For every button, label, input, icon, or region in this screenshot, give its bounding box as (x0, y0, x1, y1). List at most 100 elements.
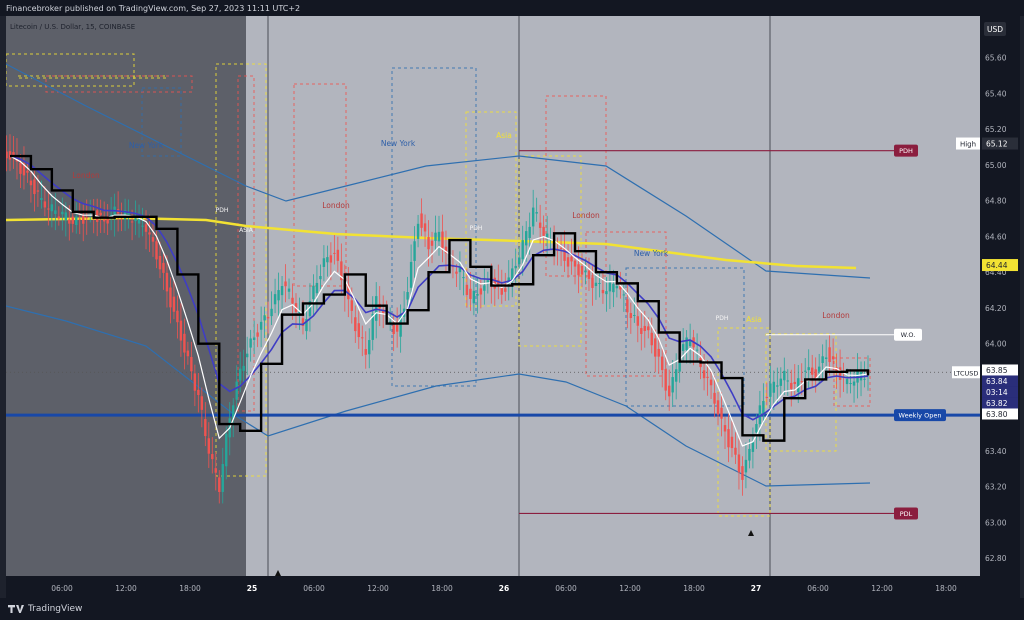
candle-body (197, 389, 200, 396)
candle-body (528, 226, 531, 238)
candle-body (221, 464, 224, 492)
candle-body (130, 221, 134, 223)
candle-body (357, 323, 360, 338)
candle-body (284, 281, 287, 287)
price-stack-value: 63.80 (986, 410, 1008, 419)
candle-body (259, 321, 263, 330)
price-chart[interactable]: New York London London New York Asia London Ne… (5, 16, 1020, 598)
y-tick-label: 63.00 (985, 518, 1007, 527)
candle-body (19, 162, 22, 174)
candle-body (54, 210, 57, 214)
candle-body (329, 255, 333, 263)
candle-body (179, 320, 183, 341)
candle-body (158, 255, 162, 270)
candle-body (427, 237, 430, 250)
candle-body (186, 350, 190, 357)
candle-body (238, 368, 242, 381)
session-label: London (822, 311, 850, 320)
candle-body (78, 218, 81, 220)
candle-body (852, 381, 856, 386)
candle-body (514, 265, 517, 269)
y-tick-label: 64.00 (985, 340, 1007, 349)
candle-body (601, 289, 605, 294)
candle-body (469, 288, 472, 299)
candle-body (245, 353, 249, 358)
candle-body (720, 407, 723, 419)
candle-body (280, 286, 284, 296)
candle-body (748, 448, 751, 461)
candle-body (636, 316, 640, 326)
x-tick-label: 06:00 (303, 584, 325, 593)
candle-body (594, 282, 598, 287)
candle-body (629, 313, 633, 318)
candle-body (584, 270, 587, 273)
candle-body (790, 382, 793, 389)
candle-body (608, 282, 612, 292)
symbol-tag: LTCUSD (954, 369, 979, 377)
candle-body (273, 294, 277, 305)
candle-body (291, 297, 294, 304)
candle-body (148, 232, 151, 235)
session-label: London (322, 201, 350, 210)
candle-body (622, 294, 626, 296)
chart-svg[interactable]: New York London London New York Asia London Ne… (5, 16, 1020, 598)
candle-body (218, 477, 221, 493)
candle-body (643, 325, 646, 331)
candle-body (312, 285, 315, 300)
y-tick-label: 63.40 (985, 447, 1007, 456)
tradingview-logo-icon (8, 604, 24, 614)
candle-body (434, 232, 437, 241)
candle-body (626, 299, 629, 313)
brand-name: TradingView (28, 604, 83, 614)
candle-body (200, 396, 204, 410)
candle-body (744, 459, 748, 473)
candle-body (68, 219, 71, 224)
candle-body (786, 380, 789, 382)
candle-body (615, 286, 619, 289)
candle-body (772, 381, 776, 393)
candle-body (716, 400, 720, 415)
high-value: 65.12 (986, 140, 1008, 149)
candle-body (633, 315, 636, 317)
candle-body (538, 222, 542, 228)
candle-body (354, 317, 357, 332)
candle-body (36, 190, 40, 192)
candle-body (455, 271, 458, 274)
candle-body (437, 231, 441, 242)
candle-body (211, 454, 214, 460)
candle-body (395, 324, 399, 332)
wo-tag: W.O. (901, 331, 916, 339)
candle-body (804, 370, 807, 372)
candle-body (695, 349, 699, 351)
y-tick-label: 65.20 (985, 125, 1007, 134)
candle-body (5, 151, 8, 159)
candle-body (350, 300, 354, 311)
y-tick-label: 64.80 (985, 197, 1007, 206)
x-tick-label: 12:00 (115, 584, 137, 593)
candle-body (524, 231, 528, 246)
candle-body (50, 204, 54, 212)
candle-body (225, 433, 228, 467)
candle-body (702, 370, 706, 379)
candle-body (751, 441, 755, 452)
candle-body (706, 376, 709, 378)
candle-body (165, 272, 169, 292)
candle-body (47, 208, 50, 210)
tradingview-footer: TradingView (0, 598, 1024, 620)
candle-body (566, 257, 570, 267)
candle-body (535, 212, 538, 214)
y-tick-label: 63.20 (985, 483, 1007, 492)
candle-body (416, 223, 420, 239)
ema-tag-value: 64.44 (986, 261, 1008, 270)
candle-body (504, 288, 507, 292)
candle-body (640, 328, 643, 334)
candle-body (709, 379, 713, 386)
x-tick-label: 26 (499, 584, 509, 593)
candle-body (430, 240, 434, 246)
candle-body (26, 170, 29, 173)
candle-body (266, 316, 270, 319)
candle-body (605, 291, 608, 295)
candle-body (364, 349, 367, 355)
candle-body (570, 256, 573, 262)
candle-body (326, 257, 329, 263)
